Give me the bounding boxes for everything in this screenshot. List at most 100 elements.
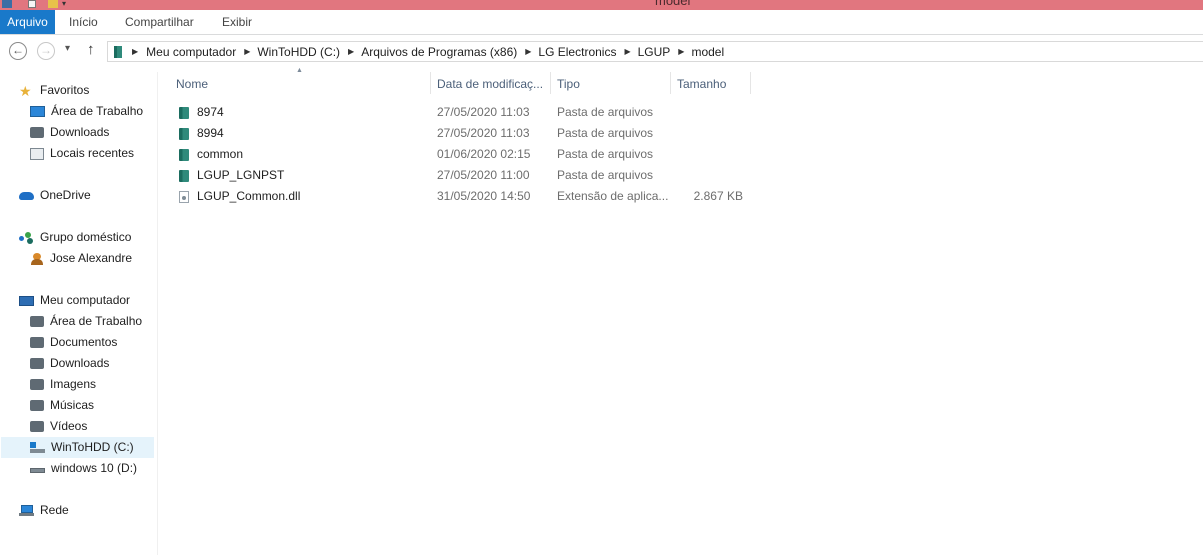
nav-fav-desktop[interactable]: Área de Trabalho — [30, 101, 143, 122]
file-name: common — [197, 147, 244, 161]
column-divider[interactable] — [550, 72, 551, 94]
nav-homegroup[interactable]: Grupo doméstico — [19, 227, 131, 248]
new-folder-icon[interactable] — [48, 0, 58, 8]
nav-pc-drive-c[interactable]: WinToHDD (C:) — [1, 437, 154, 458]
nav-item-label: Documentos — [50, 335, 118, 349]
folder-icon — [179, 128, 189, 140]
crumb-program-files[interactable]: Arquivos de Programas (x86) — [361, 45, 517, 59]
file-row[interactable]: common 01/06/2020 02:15 Pasta de arquivo… — [170, 144, 750, 165]
column-header-type[interactable]: Tipo — [557, 72, 580, 96]
tab-home[interactable]: Início — [69, 10, 98, 34]
desktop-folder-icon — [30, 316, 44, 327]
file-name: 8974 — [197, 105, 224, 119]
nav-item-label: Imagens — [50, 377, 97, 391]
crumb-root-chevron-icon[interactable]: ▶ — [132, 47, 138, 56]
file-date: 27/05/2020 11:00 — [437, 168, 530, 182]
file-type: Pasta de arquivos — [557, 105, 654, 119]
videos-folder-icon — [30, 421, 44, 432]
nav-network[interactable]: Rede — [19, 500, 69, 521]
nav-item-label: Jose Alexandre — [50, 251, 133, 265]
tab-view[interactable]: Exibir — [222, 10, 252, 34]
nav-pc-drive-d[interactable]: windows 10 (D:) — [30, 458, 137, 479]
address-bar[interactable]: ▶ Meu computador ▶ WinToHDD (C:) ▶ Arquivo… — [107, 41, 1203, 62]
recent-locations-button[interactable]: ▾ — [65, 43, 70, 54]
nav-my-computer-label: Meu computador — [40, 293, 131, 307]
file-type: Pasta de arquivos — [557, 168, 654, 182]
location-icon — [114, 45, 122, 58]
star-icon: ★ — [19, 82, 32, 99]
file-date: 01/06/2020 02:15 — [437, 147, 531, 161]
downloads-folder-icon — [30, 358, 44, 369]
app-icon[interactable] — [2, 0, 12, 8]
crumb-chevron-icon[interactable]: ▶ — [244, 47, 250, 56]
file-row[interactable]: 8974 27/05/2020 11:03 Pasta de arquivos — [170, 102, 750, 123]
nav-item-label: Locais recentes — [50, 146, 135, 160]
column-header-size[interactable]: Tamanho — [677, 72, 726, 96]
network-icon — [19, 504, 34, 517]
back-button[interactable]: ← — [9, 42, 27, 60]
file-row[interactable]: LGUP_LGNPST 27/05/2020 11:00 Pasta de ar… — [170, 165, 750, 186]
nav-favorites[interactable]: ★ Favoritos — [19, 80, 89, 101]
folder-icon — [179, 149, 189, 161]
nav-fav-downloads[interactable]: Downloads — [30, 122, 109, 143]
nav-pc-pictures[interactable]: Imagens — [30, 374, 96, 395]
crumb-chevron-icon[interactable]: ▶ — [348, 47, 354, 56]
crumb-model[interactable]: model — [691, 45, 724, 59]
up-button[interactable]: ↑ — [87, 41, 95, 58]
nav-network-label: Rede — [40, 503, 69, 517]
nav-homegroup-user[interactable]: Jose Alexandre — [30, 248, 132, 269]
nav-item-label: Músicas — [50, 398, 95, 412]
file-row[interactable]: 8994 27/05/2020 11:03 Pasta de arquivos — [170, 123, 750, 144]
file-row[interactable]: LGUP_Common.dll 31/05/2020 14:50 Extensã… — [170, 186, 750, 207]
crumb-chevron-icon[interactable]: ▶ — [678, 47, 684, 56]
breadcrumb: Meu computador ▶ WinToHDD (C:) ▶ Arquivos … — [146, 45, 724, 59]
window-title: model — [655, 0, 691, 8]
music-folder-icon — [30, 400, 44, 411]
tab-share[interactable]: Compartilhar — [125, 10, 194, 34]
column-divider[interactable] — [430, 72, 431, 94]
qat-dropdown-icon[interactable]: ▾ — [62, 0, 66, 10]
folder-icon — [179, 170, 189, 182]
file-name: LGUP_LGNPST — [197, 168, 285, 182]
nav-item-label: Downloads — [50, 125, 110, 139]
nav-my-computer[interactable]: Meu computador — [19, 290, 130, 311]
title-bar: ▾ model — [0, 0, 1203, 10]
file-size: 2.867 KB — [693, 189, 743, 203]
column-header-date[interactable]: Data de modificaç... — [437, 72, 543, 96]
nav-pc-documents[interactable]: Documentos — [30, 332, 117, 353]
pictures-folder-icon — [30, 379, 44, 390]
nav-item-label: Vídeos — [50, 419, 88, 433]
nav-onedrive[interactable]: OneDrive — [19, 185, 91, 206]
crumb-chevron-icon[interactable]: ▶ — [525, 47, 531, 56]
nav-pc-videos[interactable]: Vídeos — [30, 416, 87, 437]
homegroup-icon — [19, 231, 34, 244]
address-row: ← → ▾ ↑ ▶ Meu computador ▶ WinToHDD (C:) ▶… — [0, 38, 1203, 64]
properties-icon[interactable] — [28, 0, 36, 8]
column-divider[interactable] — [750, 72, 751, 94]
folder-icon — [179, 107, 189, 119]
nav-item-label: Área de Trabalho — [51, 104, 144, 118]
crumb-my-computer[interactable]: Meu computador — [146, 45, 236, 59]
nav-fav-recent[interactable]: Locais recentes — [30, 143, 134, 164]
forward-button[interactable]: → — [37, 42, 55, 60]
crumb-lgup[interactable]: LGUP — [638, 45, 671, 59]
nav-pc-desktop[interactable]: Área de Trabalho — [30, 311, 142, 332]
file-type: Pasta de arquivos — [557, 147, 654, 161]
nav-pc-downloads[interactable]: Downloads — [30, 353, 109, 374]
file-date: 27/05/2020 11:03 — [437, 105, 530, 119]
ribbon-tabs: Arquivo Início Compartilhar Exibir — [0, 10, 1203, 35]
tab-file[interactable]: Arquivo — [0, 10, 55, 34]
crumb-wintohdd[interactable]: WinToHDD (C:) — [257, 45, 340, 59]
documents-folder-icon — [30, 337, 44, 348]
file-date: 27/05/2020 11:03 — [437, 126, 530, 140]
crumb-lg-electronics[interactable]: LG Electronics — [538, 45, 616, 59]
nav-pc-music[interactable]: Músicas — [30, 395, 94, 416]
file-date: 31/05/2020 14:50 — [437, 189, 531, 203]
column-header-name[interactable]: Nome — [176, 72, 208, 96]
nav-item-label: Downloads — [50, 356, 110, 370]
column-divider[interactable] — [670, 72, 671, 94]
computer-icon — [19, 295, 34, 306]
nav-homegroup-label: Grupo doméstico — [40, 230, 132, 244]
drive-icon — [30, 463, 45, 475]
crumb-chevron-icon[interactable]: ▶ — [624, 47, 630, 56]
